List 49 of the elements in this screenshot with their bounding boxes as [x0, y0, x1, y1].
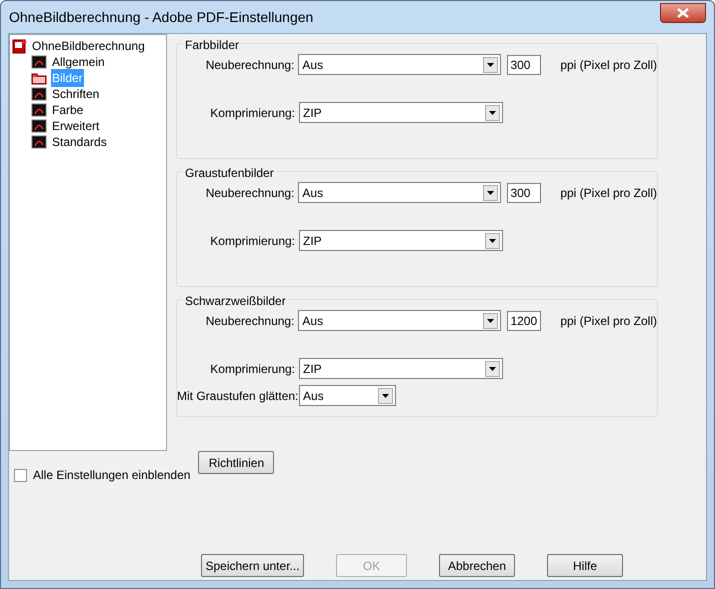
field-label: Komprimierung:	[209, 360, 296, 378]
unit-label: ppi (Pixel pro Zoll)	[560, 56, 658, 74]
dropdown-arrow-icon	[487, 190, 494, 194]
smoothing-dropdown[interactable]: Aus	[299, 385, 396, 406]
tree-item[interactable]: OhneBildberechnung	[32, 37, 145, 55]
dropdown-arrow-icon	[382, 394, 389, 398]
document-icon	[31, 55, 47, 69]
close-icon	[677, 8, 689, 18]
tree-item[interactable]: Schriften	[51, 85, 100, 103]
field-label: Neuberechnung:	[204, 56, 296, 74]
field-label: Mit Graustufen glätten:	[177, 388, 299, 404]
dropdown-arrow-icon	[489, 238, 496, 242]
compression-dropdown[interactable]: ZIP	[299, 102, 503, 123]
close-button[interactable]	[660, 3, 706, 23]
checkbox[interactable]	[14, 468, 27, 482]
ppi-field[interactable]: 300	[507, 54, 542, 74]
dropdown-arrow-icon	[489, 110, 496, 114]
compression-dropdown[interactable]: ZIP	[299, 230, 503, 251]
document-icon	[31, 119, 47, 133]
unit-label: ppi (Pixel pro Zoll)	[560, 184, 658, 202]
dialog-button[interactable]: Hilfe	[547, 554, 623, 577]
dropdown-arrow-icon	[489, 366, 496, 370]
field-label: Neuberechnung:	[204, 312, 296, 330]
folder-icon	[31, 71, 47, 85]
dropdown-arrow-icon	[487, 62, 494, 66]
dialog-button[interactable]: Speichern unter...	[201, 554, 304, 577]
document-icon	[31, 135, 47, 149]
tree-item[interactable]: Farbe	[51, 101, 84, 119]
field-label: Komprimierung:	[209, 104, 296, 122]
field-label: Neuberechnung:	[204, 184, 296, 202]
field-label: Komprimierung:	[209, 232, 296, 250]
tree-item[interactable]: Erweitert	[51, 117, 100, 135]
dialog-button[interactable]: Abbrechen	[439, 554, 515, 577]
resample-dropdown[interactable]: Aus	[298, 182, 502, 203]
checkbox-label: Alle Einstellungen einblenden	[33, 467, 190, 484]
tree-item[interactable]: Standards	[51, 133, 108, 151]
compression-dropdown[interactable]: ZIP	[299, 358, 503, 379]
resample-dropdown[interactable]: Aus	[298, 310, 502, 331]
guidelines-button[interactable]: Richtlinien	[198, 451, 274, 474]
dropdown-arrow-icon	[487, 318, 494, 322]
resample-dropdown[interactable]: Aus	[298, 54, 502, 75]
document-icon	[12, 38, 28, 54]
unit-label: ppi (Pixel pro Zoll)	[560, 312, 658, 330]
window-title: OhneBildberechnung - Adobe PDF-Einstellungen	[9, 8, 314, 27]
ppi-field[interactable]: 1200	[507, 310, 542, 330]
ppi-field[interactable]: 300	[507, 182, 542, 202]
document-icon	[31, 87, 47, 101]
document-icon	[31, 103, 47, 117]
tree-item[interactable]: Allgemein	[51, 53, 106, 71]
